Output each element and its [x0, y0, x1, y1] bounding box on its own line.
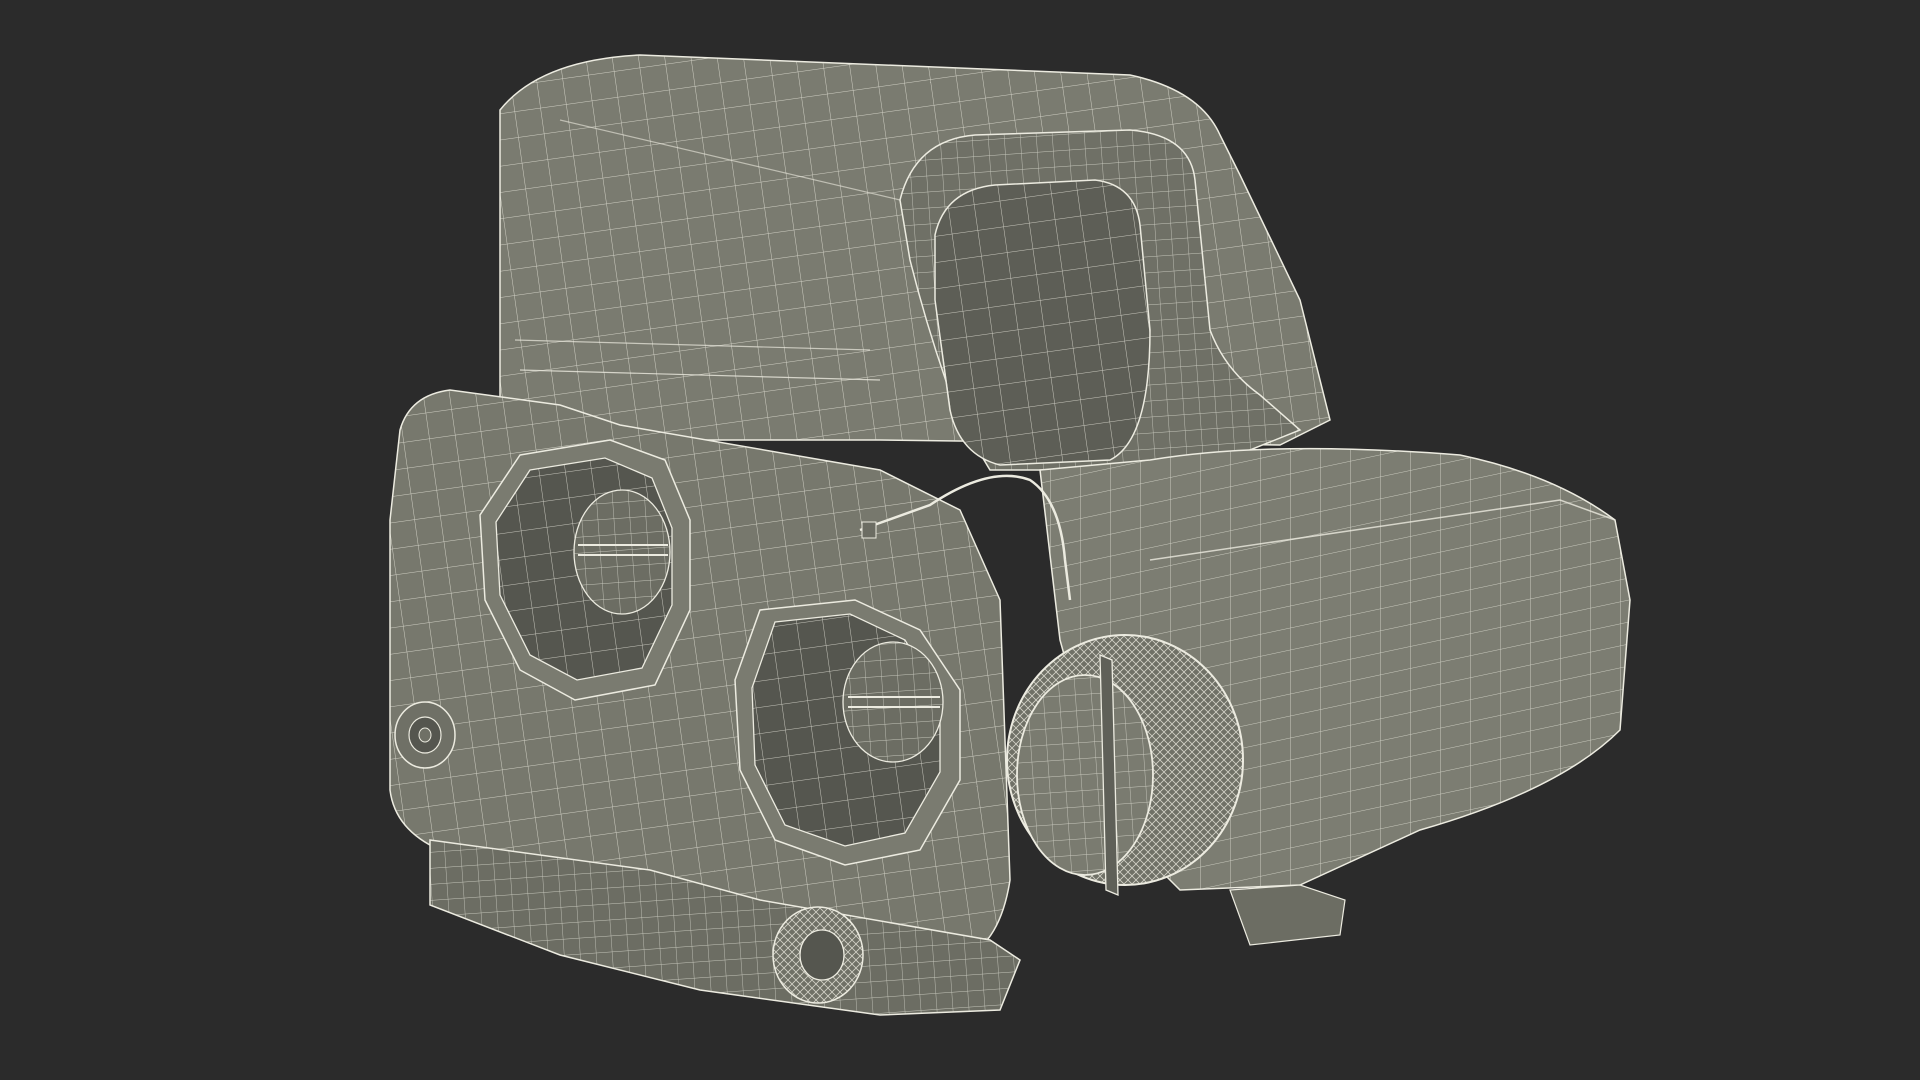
left-adjust-screw-icon [573, 489, 671, 615]
wireframe-render [389, 54, 1631, 1016]
render-viewport [0, 0, 1920, 1080]
right-adjust-screw-icon [842, 641, 944, 763]
side-screw-icon [394, 701, 456, 769]
base-knob-icon [772, 906, 864, 1004]
window-glass [934, 179, 1151, 466]
